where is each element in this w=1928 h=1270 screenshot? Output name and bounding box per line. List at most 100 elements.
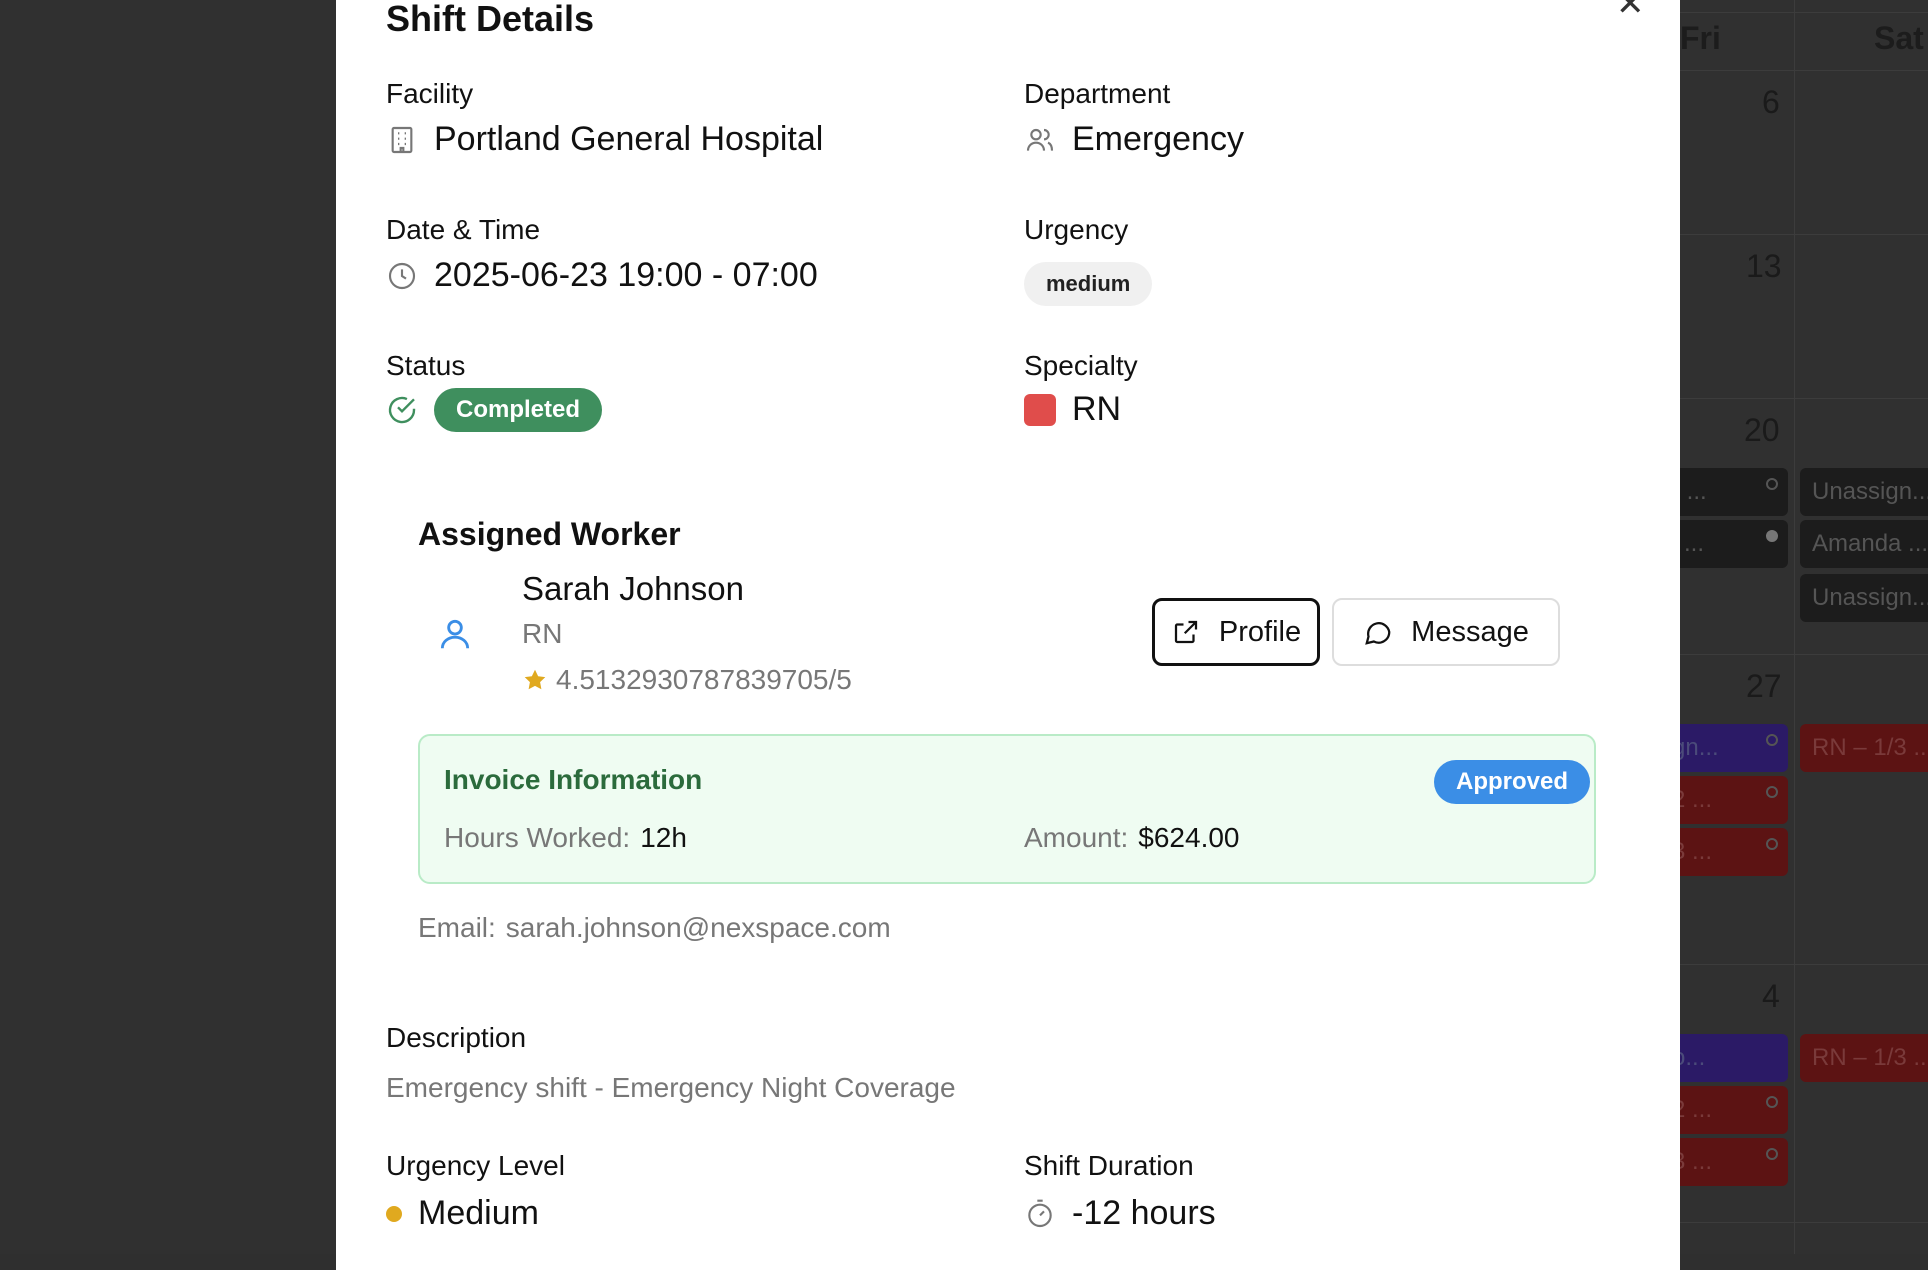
worker-rating: 4.5132930787839705/5: [522, 664, 852, 696]
shift-duration-text: -12 hours: [1072, 1194, 1216, 1232]
chip-label: 2 ...: [1680, 1096, 1713, 1123]
calendar-header-fri: Fri: [1680, 20, 1721, 56]
department-label: Department: [1024, 78, 1171, 109]
calendar-shift-chip[interactable]: l ...: [1680, 520, 1788, 568]
calendar-shift-chip[interactable]: gn...: [1680, 724, 1788, 772]
timer-icon: [1028, 1199, 1052, 1227]
status-dot-icon: [1766, 734, 1778, 746]
calendar-divider: [1794, 0, 1795, 1254]
check-circle-icon: [388, 396, 416, 424]
chip-label: Amanda ...: [1812, 530, 1928, 557]
status-dot-icon: [1766, 786, 1778, 798]
users-icon: [1026, 128, 1054, 151]
chip-label: RN – 1/3 ...: [1812, 734, 1928, 761]
calendar-shift-chip[interactable]: 2 ...: [1680, 1086, 1788, 1134]
urgency-dot-icon: [386, 1205, 402, 1222]
calendar-divider: [1680, 964, 1928, 965]
calendar-shift-chip[interactable]: Unassign...: [1800, 468, 1928, 516]
facility-label: Facility: [386, 78, 474, 109]
urgency-level-label: Urgency Level: [386, 1150, 565, 1181]
datetime-label: Date & Time: [386, 214, 541, 245]
email-label: Email:: [418, 912, 496, 943]
status-badge: Completed: [434, 388, 603, 432]
facility-value: Portland General Hospital: [386, 120, 823, 159]
specialty-value: RN: [1024, 390, 1121, 429]
invoice-status-badge: Approved: [1434, 760, 1591, 804]
status-dot-icon: [1766, 530, 1778, 542]
department-text: Emergency: [1072, 120, 1244, 158]
description-label: Description: [386, 1022, 527, 1053]
modal-title: Shift Details: [386, 0, 595, 39]
profile-button-label: Profile: [1218, 615, 1302, 648]
urgency-label: Urgency: [1024, 214, 1129, 245]
chip-label: r ...: [1680, 478, 1707, 505]
status-dot-icon: [1766, 838, 1778, 850]
chip-label: Unassign...: [1812, 478, 1928, 505]
hours-worked-value: 12h: [640, 822, 687, 853]
chip-label: 2 ...: [1680, 786, 1713, 813]
overlay-left: [0, 0, 336, 1254]
calendar-shift-chip[interactable]: r ...: [1680, 468, 1788, 516]
amount-label: Amount:: [1024, 822, 1129, 853]
chip-label: 3 ...: [1680, 838, 1713, 865]
calendar-divider: [1680, 654, 1928, 655]
facility-text: Portland General Hospital: [434, 120, 824, 158]
user-icon: [440, 619, 470, 649]
external-link-icon: [1174, 620, 1198, 644]
status-dot-icon: [1766, 478, 1778, 490]
calendar-date[interactable]: 13: [1746, 248, 1782, 285]
calendar-date[interactable]: 6: [1762, 84, 1780, 121]
description-text: Emergency shift - Emergency Night Covera…: [386, 1072, 956, 1103]
status-dot-icon: [1766, 1096, 1778, 1108]
calendar-date[interactable]: 20: [1744, 412, 1780, 449]
calendar-shift-chip[interactable]: 3 ...: [1680, 828, 1788, 876]
shift-details-modal: Shift Details ✕ Facility Portland Genera…: [336, 0, 1680, 1270]
close-icon[interactable]: ✕: [1616, 0, 1645, 24]
status-label: Status: [386, 350, 466, 381]
invoice-title: Invoice Information: [444, 764, 703, 795]
urgency-level-value: Medium: [386, 1194, 539, 1233]
calendar-shift-chip[interactable]: RN – 1/3 ...: [1800, 1034, 1928, 1082]
department-value: Emergency: [1024, 120, 1244, 159]
chip-label: l ...: [1680, 530, 1705, 557]
worker-email: Email: sarah.johnson@nexspace.com: [418, 912, 891, 944]
calendar-date[interactable]: 4: [1762, 978, 1780, 1015]
datetime-value: 2025-06-23 19:00 - 07:00: [386, 256, 818, 295]
calendar-shift-chip[interactable]: Amanda ...: [1800, 520, 1928, 568]
invoice-card: Invoice Information Approved Hours Worke…: [418, 734, 1596, 884]
shift-duration-label: Shift Duration: [1024, 1150, 1194, 1181]
calendar-shift-chip[interactable]: 3 ...: [1680, 1138, 1788, 1186]
worker-rating-text: 4.5132930787839705/5: [556, 664, 852, 695]
hours-worked: Hours Worked: 12h: [444, 822, 687, 854]
specialty-label: Specialty: [1024, 350, 1138, 381]
assigned-worker-heading: Assigned Worker: [418, 516, 681, 552]
worker-role: RN: [522, 618, 563, 649]
calendar-header-sat: Sat: [1874, 20, 1924, 56]
calendar-shift-chip[interactable]: RN – 1/3 ...: [1800, 724, 1928, 772]
message-circle-icon: [1365, 622, 1391, 645]
email-value: sarah.johnson@nexspace.com: [505, 912, 891, 943]
status-value: Completed: [386, 388, 603, 432]
calendar-background: Fri Sat 6 13 20 27 4 r ... l ... Unassig…: [1680, 0, 1928, 1254]
calendar-shift-chip[interactable]: o...: [1680, 1034, 1788, 1082]
star-icon: [524, 669, 546, 690]
chip-label: gn...: [1680, 734, 1719, 761]
calendar-shift-chip[interactable]: 2 ...: [1680, 776, 1788, 824]
calendar-date[interactable]: 27: [1746, 668, 1782, 705]
profile-button[interactable]: Profile: [1152, 598, 1320, 666]
shift-duration-value: -12 hours: [1024, 1194, 1216, 1233]
chip-label: o...: [1680, 1044, 1706, 1071]
status-dot-icon: [1766, 1148, 1778, 1160]
calendar-divider: [1680, 70, 1928, 71]
calendar-divider: [1680, 398, 1928, 399]
datetime-text: 2025-06-23 19:00 - 07:00: [434, 256, 818, 294]
chip-label: RN – 1/3 ...: [1812, 1044, 1928, 1071]
urgency-level-text: Medium: [418, 1194, 539, 1232]
message-button[interactable]: Message: [1332, 598, 1560, 666]
hours-worked-label: Hours Worked:: [444, 822, 631, 853]
message-button-label: Message: [1411, 615, 1529, 648]
urgency-badge: medium: [1024, 262, 1153, 306]
specialty-color-swatch: [1024, 393, 1056, 426]
chip-label: Unassign...: [1812, 584, 1928, 611]
calendar-shift-chip[interactable]: Unassign...: [1800, 574, 1928, 622]
